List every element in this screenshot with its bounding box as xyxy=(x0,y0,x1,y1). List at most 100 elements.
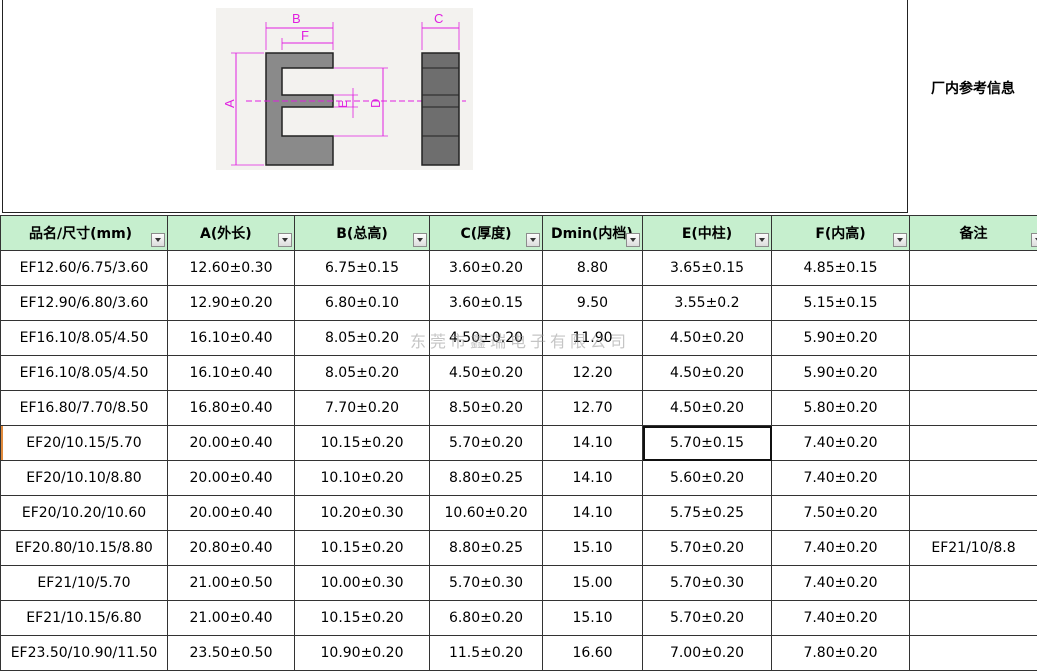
cell-d[interactable]: 14.10 xyxy=(542,495,643,531)
cell-b[interactable]: 10.00±0.30 xyxy=(294,565,430,601)
cell-f[interactable]: 7.40±0.20 xyxy=(771,425,910,461)
cell-name[interactable]: EF21/10.15/6.80 xyxy=(0,600,168,636)
cell-b[interactable]: 10.15±0.20 xyxy=(294,530,430,566)
cell-e[interactable]: 3.55±0.2 xyxy=(642,285,772,321)
cell-c[interactable]: 8.80±0.25 xyxy=(429,530,543,566)
cell-b[interactable]: 10.10±0.20 xyxy=(294,460,430,496)
cell-name[interactable]: EF21/10/5.70 xyxy=(0,565,168,601)
cell-e[interactable]: 5.70±0.20 xyxy=(642,600,772,636)
cell-b[interactable]: 10.15±0.20 xyxy=(294,425,430,461)
cell-d[interactable]: 14.10 xyxy=(542,425,643,461)
cell-f[interactable]: 7.40±0.20 xyxy=(771,530,910,566)
factory-reference-info[interactable]: 厂内参考信息 xyxy=(909,78,1037,98)
cell-b[interactable]: 8.05±0.20 xyxy=(294,355,430,391)
cell-d[interactable]: 12.70 xyxy=(542,390,643,426)
col-header-note[interactable]: 备注 xyxy=(909,215,1037,251)
cell-note[interactable]: EF21/10/8.8 xyxy=(909,530,1037,566)
cell-a[interactable]: 16.10±0.40 xyxy=(167,355,295,391)
cell-name[interactable]: EF12.90/6.80/3.60 xyxy=(0,285,168,321)
cell-note[interactable] xyxy=(909,495,1037,531)
cell-note[interactable] xyxy=(909,250,1037,286)
cell-f[interactable]: 4.85±0.15 xyxy=(771,250,910,286)
cell-f[interactable]: 7.50±0.20 xyxy=(771,495,910,531)
cell-a[interactable]: 21.00±0.50 xyxy=(167,565,295,601)
cell-b[interactable]: 8.05±0.20 xyxy=(294,320,430,356)
cell-name[interactable]: EF23.50/10.90/11.50 xyxy=(0,635,168,671)
cell-f[interactable]: 5.90±0.20 xyxy=(771,320,910,356)
cell-f[interactable]: 5.15±0.15 xyxy=(771,285,910,321)
cell-b[interactable]: 6.75±0.15 xyxy=(294,250,430,286)
cell-b[interactable]: 10.90±0.20 xyxy=(294,635,430,671)
col-header-name[interactable]: 品名/尺寸(mm) xyxy=(0,215,168,251)
cell-e[interactable]: 4.50±0.20 xyxy=(642,390,772,426)
filter-dropdown-icon[interactable] xyxy=(755,233,769,247)
cell-note[interactable] xyxy=(909,425,1037,461)
cell-d[interactable]: 15.10 xyxy=(542,600,643,636)
filter-dropdown-icon[interactable] xyxy=(526,233,540,247)
cell-note[interactable] xyxy=(909,355,1037,391)
cell-a[interactable]: 20.00±0.40 xyxy=(167,495,295,531)
cell-name[interactable]: EF20/10.20/10.60 xyxy=(0,495,168,531)
col-header-e[interactable]: E(中柱) xyxy=(642,215,772,251)
cell-f[interactable]: 7.40±0.20 xyxy=(771,600,910,636)
cell-a[interactable]: 20.00±0.40 xyxy=(167,425,295,461)
cell-b[interactable]: 6.80±0.10 xyxy=(294,285,430,321)
cell-d[interactable]: 8.80 xyxy=(542,250,643,286)
cell-c[interactable]: 8.50±0.20 xyxy=(429,390,543,426)
cell-a[interactable]: 16.80±0.40 xyxy=(167,390,295,426)
cell-name[interactable]: EF20/10.10/8.80 xyxy=(0,460,168,496)
cell-name[interactable]: EF16.80/7.70/8.50 xyxy=(0,390,168,426)
cell-d[interactable]: 12.20 xyxy=(542,355,643,391)
cell-c[interactable]: 5.70±0.30 xyxy=(429,565,543,601)
cell-a[interactable]: 23.50±0.50 xyxy=(167,635,295,671)
filter-dropdown-icon[interactable] xyxy=(151,233,165,247)
cell-e[interactable]: 3.65±0.15 xyxy=(642,250,772,286)
cell-name[interactable]: EF12.60/6.75/3.60 xyxy=(0,250,168,286)
cell-b[interactable]: 7.70±0.20 xyxy=(294,390,430,426)
cell-e[interactable]: 5.75±0.25 xyxy=(642,495,772,531)
cell-e[interactable]: 5.70±0.15 xyxy=(642,425,772,461)
col-header-a[interactable]: A(外长) xyxy=(167,215,295,251)
cell-c[interactable]: 10.60±0.20 xyxy=(429,495,543,531)
cell-b[interactable]: 10.20±0.30 xyxy=(294,495,430,531)
cell-f[interactable]: 7.40±0.20 xyxy=(771,460,910,496)
cell-d[interactable]: 11.90 xyxy=(542,320,643,356)
col-header-b[interactable]: B(总高) xyxy=(294,215,430,251)
cell-name[interactable]: EF16.10/8.05/4.50 xyxy=(0,355,168,391)
cell-note[interactable] xyxy=(909,460,1037,496)
cell-f[interactable]: 7.40±0.20 xyxy=(771,565,910,601)
filter-dropdown-icon[interactable] xyxy=(413,233,427,247)
cell-d[interactable]: 14.10 xyxy=(542,460,643,496)
filter-dropdown-icon[interactable] xyxy=(893,233,907,247)
cell-note[interactable] xyxy=(909,320,1037,356)
filter-dropdown-icon[interactable] xyxy=(626,233,640,247)
cell-f[interactable]: 5.80±0.20 xyxy=(771,390,910,426)
col-header-c[interactable]: C(厚度) xyxy=(429,215,543,251)
cell-c[interactable]: 5.70±0.20 xyxy=(429,425,543,461)
cell-d[interactable]: 16.60 xyxy=(542,635,643,671)
cell-a[interactable]: 12.90±0.20 xyxy=(167,285,295,321)
cell-c[interactable]: 8.80±0.25 xyxy=(429,460,543,496)
cell-b[interactable]: 10.15±0.20 xyxy=(294,600,430,636)
cell-f[interactable]: 7.80±0.20 xyxy=(771,635,910,671)
cell-a[interactable]: 12.60±0.30 xyxy=(167,250,295,286)
cell-c[interactable]: 3.60±0.15 xyxy=(429,285,543,321)
cell-d[interactable]: 9.50 xyxy=(542,285,643,321)
cell-e[interactable]: 5.70±0.30 xyxy=(642,565,772,601)
cell-c[interactable]: 4.50±0.20 xyxy=(429,355,543,391)
cell-note[interactable] xyxy=(909,600,1037,636)
filter-dropdown-icon[interactable] xyxy=(1031,233,1037,247)
cell-note[interactable] xyxy=(909,635,1037,671)
col-header-d[interactable]: Dmin(内档) xyxy=(542,215,643,251)
cell-name[interactable]: EF16.10/8.05/4.50 xyxy=(0,320,168,356)
cell-e[interactable]: 5.70±0.20 xyxy=(642,530,772,566)
cell-name[interactable]: EF20/10.15/5.70 xyxy=(0,425,168,461)
cell-d[interactable]: 15.00 xyxy=(542,565,643,601)
cell-note[interactable] xyxy=(909,390,1037,426)
cell-f[interactable]: 5.90±0.20 xyxy=(771,355,910,391)
cell-a[interactable]: 16.10±0.40 xyxy=(167,320,295,356)
cell-c[interactable]: 11.5±0.20 xyxy=(429,635,543,671)
cell-note[interactable] xyxy=(909,565,1037,601)
cell-c[interactable]: 4.50±0.20 xyxy=(429,320,543,356)
cell-e[interactable]: 4.50±0.20 xyxy=(642,355,772,391)
